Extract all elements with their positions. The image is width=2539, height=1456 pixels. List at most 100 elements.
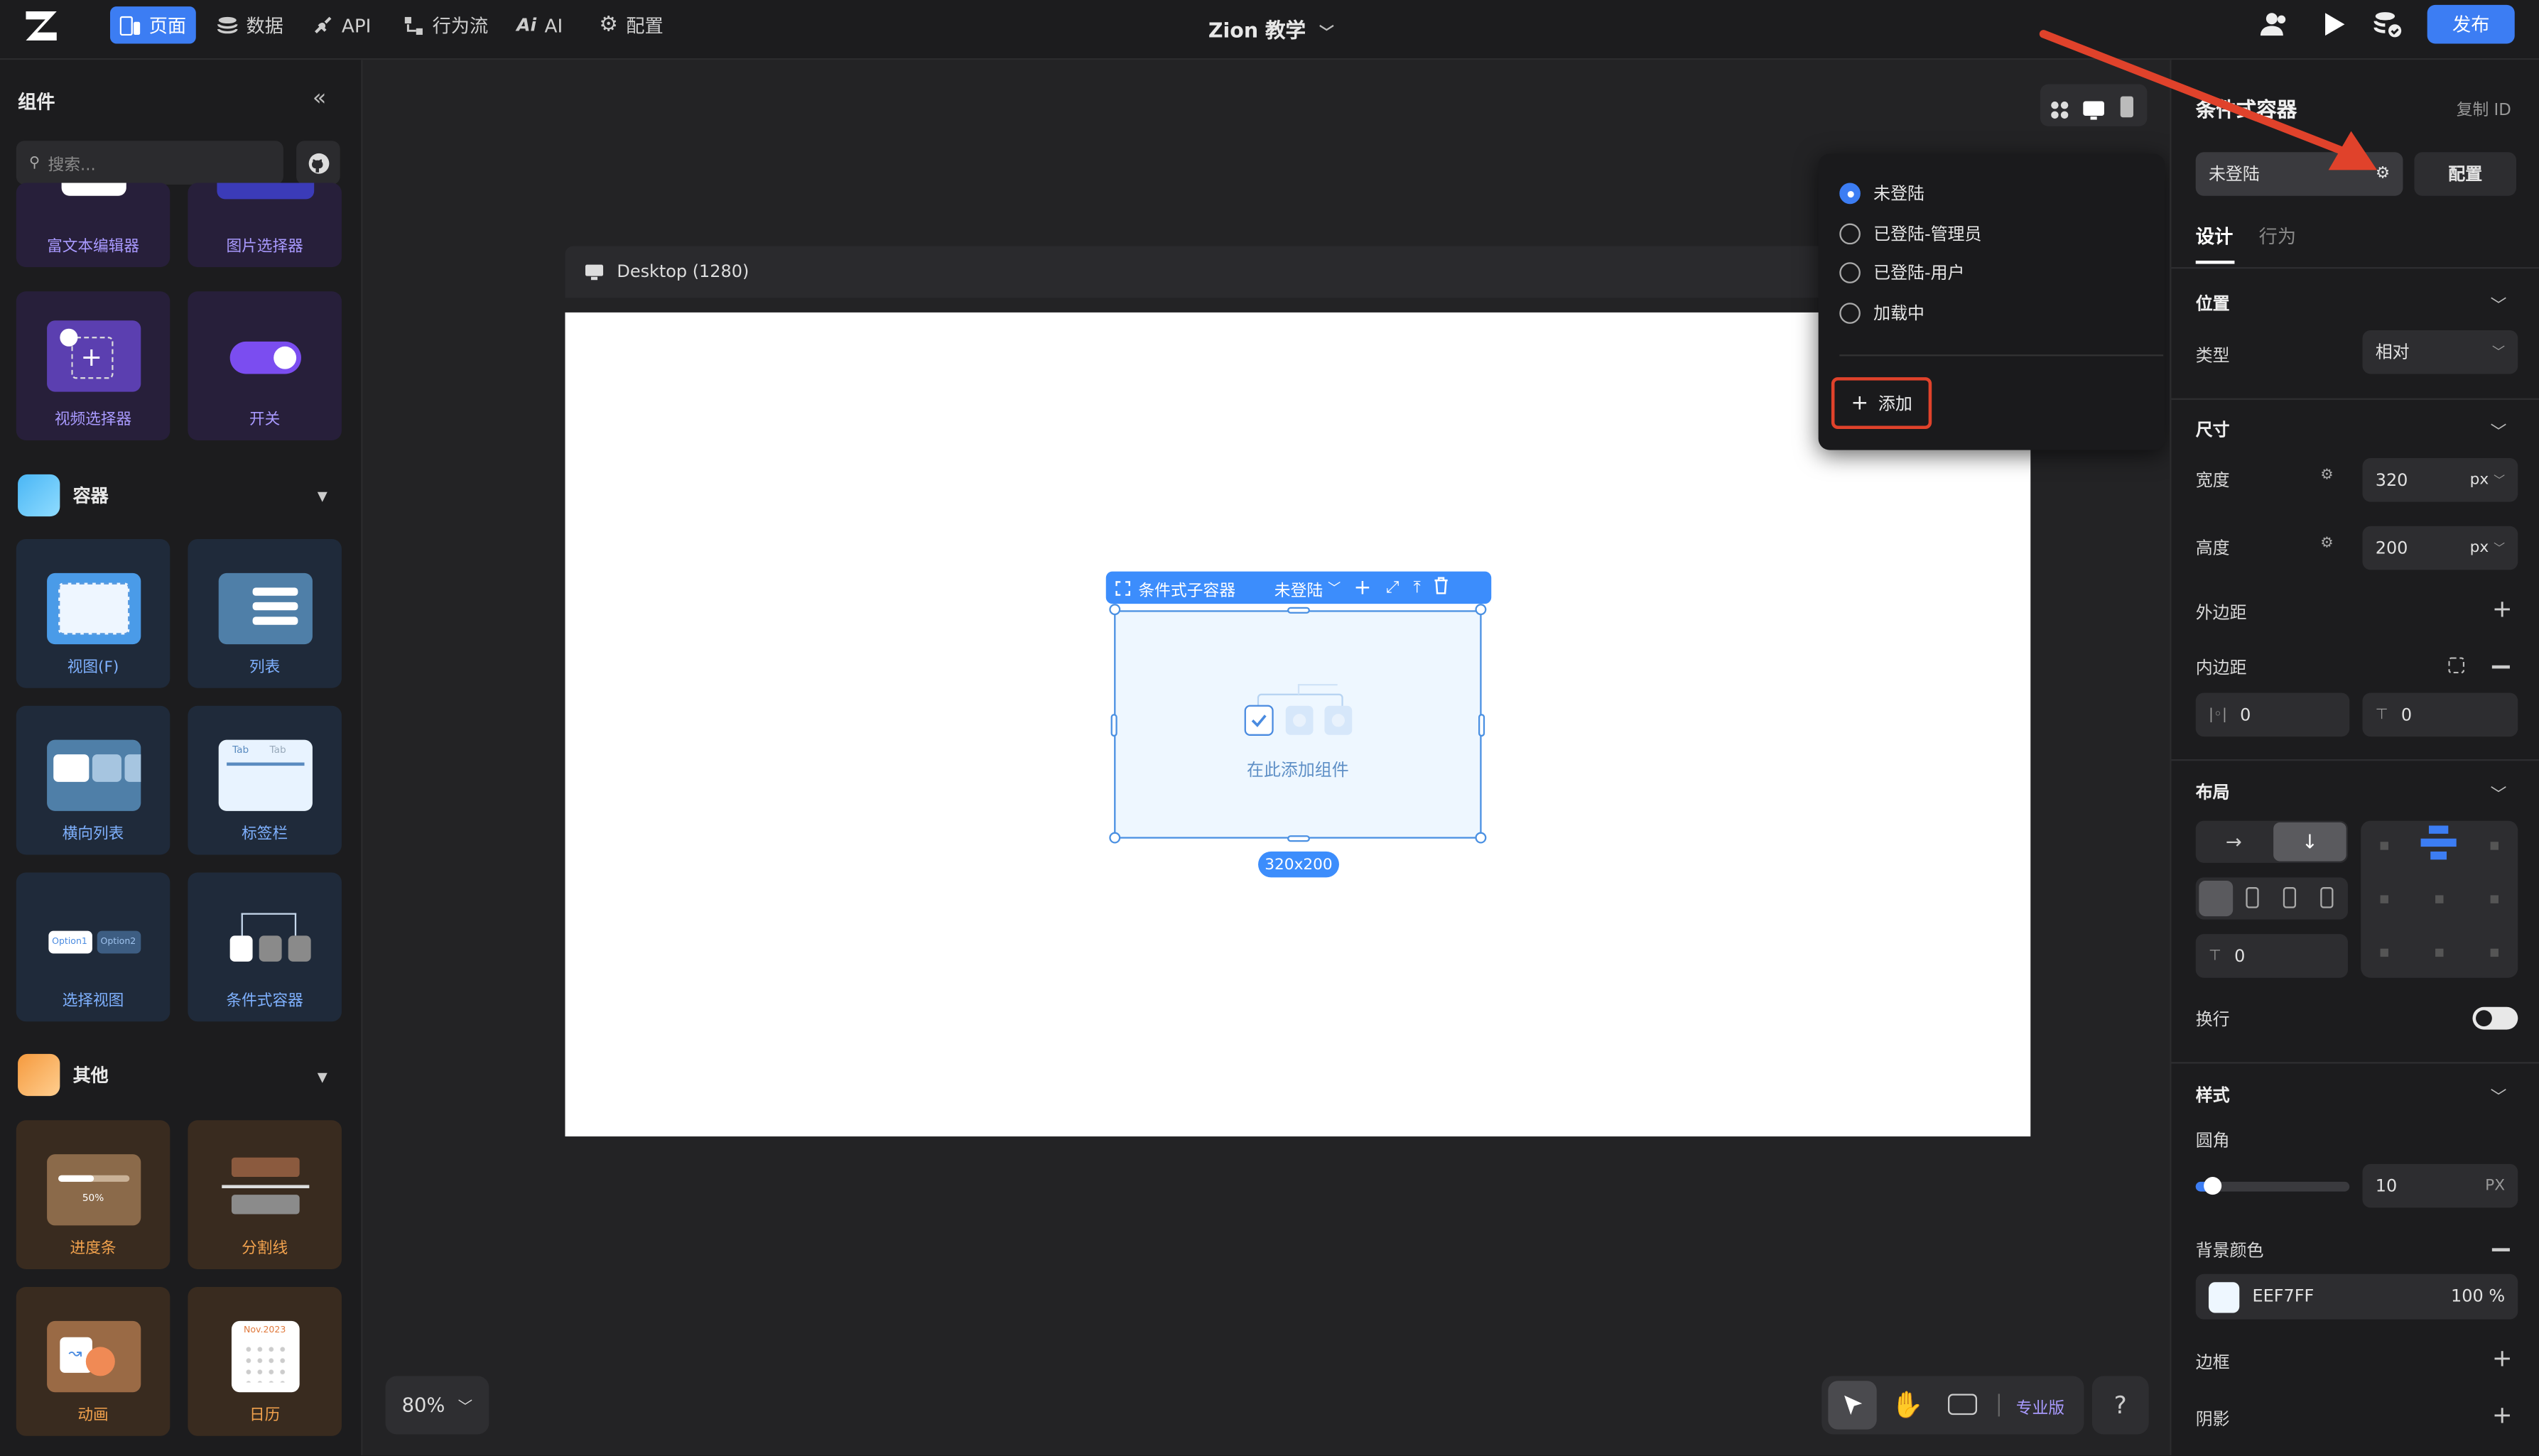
zion-logo[interactable] <box>23 8 62 43</box>
help-button[interactable]: ? <box>2091 1376 2149 1435</box>
direction-horizontal-icon[interactable]: → <box>2196 821 2272 863</box>
radius-slider[interactable] <box>2195 1177 2350 1195</box>
component-card-progress[interactable]: 50% 进度条 <box>16 1120 170 1269</box>
align-dot[interactable] <box>2435 948 2444 957</box>
bg-color-input[interactable]: EEF7FF 100 % <box>2195 1273 2518 1320</box>
add-border-icon[interactable]: + <box>2492 1346 2513 1371</box>
component-card-calendar[interactable]: Nov.2023 日历 <box>188 1287 342 1436</box>
keyboard-icon[interactable] <box>1947 1393 1978 1416</box>
resize-handle-se[interactable] <box>1475 832 1487 844</box>
expand-icon[interactable]: ⤢ <box>1386 579 1399 597</box>
align-top-center-icon[interactable] <box>2420 825 2457 862</box>
radius-input[interactable]: 10 PX <box>2362 1163 2518 1208</box>
position-type-select[interactable]: 相对 ﹀ <box>2362 330 2518 374</box>
padding-individual-icon[interactable] <box>2448 657 2465 674</box>
add-shadow-icon[interactable]: + <box>2492 1403 2513 1428</box>
component-card-rich-text[interactable]: 富文本编辑器 <box>16 183 170 268</box>
padding-horizontal-input[interactable]: |◦| 0 <box>2195 692 2350 737</box>
move-top-icon[interactable]: ⤒ <box>1414 579 1421 597</box>
padding-vertical-input[interactable]: ⊤ 0 <box>2362 692 2518 737</box>
component-card-conditional-container[interactable]: 条件式容器 <box>188 872 342 1022</box>
add-component-hint[interactable]: 在此添加组件 <box>1166 758 1430 782</box>
hand-tool-icon[interactable]: ✋ <box>1891 1389 1923 1420</box>
nav-config[interactable]: ⚙ 配置 <box>590 6 673 43</box>
section-other-header[interactable]: 其他 <box>18 1053 109 1097</box>
width-input[interactable]: 320 px ﹀ <box>2362 458 2518 502</box>
resize-handle-ne[interactable] <box>1475 604 1487 616</box>
nav-pages[interactable]: 页面 <box>109 6 196 44</box>
chevron-down-icon[interactable]: ﹀ <box>2491 1083 2507 1107</box>
component-card-select-view[interactable]: Option1 Option2 选择视图 <box>16 872 170 1022</box>
config-button[interactable]: 配置 <box>2414 152 2517 196</box>
bind-variable-icon[interactable]: ⚙ <box>2320 468 2333 484</box>
align-dot[interactable] <box>2490 948 2499 957</box>
component-card-divider[interactable]: 分割线 <box>188 1120 342 1269</box>
github-button[interactable] <box>296 141 340 185</box>
frame-label[interactable]: Desktop (1280) <box>565 246 2031 298</box>
chevron-down-icon[interactable]: ﹀ <box>2491 291 2507 315</box>
chevron-down-icon[interactable]: ﹀ <box>2491 781 2507 805</box>
nav-data[interactable]: 数据 <box>207 6 293 43</box>
collapse-panel-icon[interactable]: « <box>313 86 327 112</box>
component-card-view[interactable]: 视图(F) <box>16 539 170 688</box>
align-dot[interactable] <box>2490 895 2499 903</box>
height-input[interactable]: 200 px ﹀ <box>2362 526 2518 570</box>
caret-down-icon[interactable]: ▼ <box>318 1070 327 1085</box>
color-swatch[interactable] <box>2208 1281 2240 1313</box>
nav-ai[interactable]: Ai AI <box>507 6 572 43</box>
remove-padding-icon[interactable] <box>2491 665 2510 668</box>
state-option[interactable]: 未登陆 <box>1839 181 1924 205</box>
select-tool[interactable] <box>1828 1381 1877 1430</box>
state-option[interactable]: 已登陆-用户 <box>1839 261 1964 285</box>
nav-api[interactable]: API <box>303 6 381 43</box>
component-search-input[interactable]: ⚲ 搜索... <box>16 141 283 185</box>
alignment-grid[interactable] <box>2361 820 2518 978</box>
add-state-button[interactable]: + 添加 <box>1831 377 1932 430</box>
state-option[interactable]: 加载中 <box>1839 301 1924 325</box>
pro-mode-link[interactable]: 专业版 <box>2016 1393 2064 1418</box>
chevron-down-icon[interactable]: ﹀ <box>2491 418 2507 442</box>
component-card-list[interactable]: 列表 <box>188 539 342 688</box>
section-container-header[interactable]: 容器 <box>18 474 109 517</box>
align-dot[interactable] <box>2380 842 2388 850</box>
distribution-start-icon[interactable] <box>2199 880 2234 917</box>
distribution-between-icon[interactable] <box>2320 887 2334 908</box>
component-card-image-picker[interactable]: 图片选择器 <box>188 183 342 268</box>
bind-variable-icon[interactable]: ⚙ <box>2320 536 2333 552</box>
component-card-video-picker[interactable]: + 视频选择器 <box>16 291 170 440</box>
component-card-animation[interactable]: ↝ 动画 <box>16 1287 170 1436</box>
conditional-child-container[interactable] <box>1114 610 1482 839</box>
component-card-switch[interactable]: 开关 <box>188 291 342 440</box>
zoom-control[interactable]: 80% ﹀ <box>385 1376 489 1435</box>
tab-behavior[interactable]: 行为 <box>2259 224 2296 249</box>
align-dot[interactable] <box>2380 895 2388 903</box>
wrap-toggle[interactable] <box>2472 1006 2518 1030</box>
delete-icon[interactable] <box>1434 576 1450 599</box>
add-margin-icon[interactable]: + <box>2492 597 2513 621</box>
state-option[interactable]: 已登陆-管理员 <box>1839 222 1981 246</box>
resize-handle-n[interactable] <box>1287 607 1310 614</box>
resize-handle-s[interactable] <box>1287 835 1310 842</box>
publish-button[interactable]: 发布 <box>2427 4 2515 44</box>
distribution-center-icon[interactable] <box>2246 887 2259 908</box>
toolbar-state-select[interactable]: 未登陆 ﹀ <box>1274 575 1341 599</box>
remove-bg-icon[interactable] <box>2491 1248 2510 1251</box>
align-dot[interactable] <box>2490 842 2499 850</box>
nav-flow[interactable]: 行为流 <box>394 6 498 43</box>
component-card-horizontal-list[interactable]: 横向列表 <box>16 705 170 855</box>
add-icon[interactable]: + <box>1353 575 1371 599</box>
align-dot[interactable] <box>2435 895 2444 903</box>
direction-vertical-icon[interactable]: ↓ <box>2273 822 2346 862</box>
copy-id-link[interactable]: 复制 ID <box>2457 95 2511 120</box>
resize-handle-nw[interactable] <box>1109 604 1121 616</box>
distribution-end-icon[interactable] <box>2283 887 2297 908</box>
app-title-switcher[interactable]: Zion 教学 ﹀ <box>1134 13 1409 43</box>
align-dot[interactable] <box>2380 948 2388 957</box>
radius-slider-knob[interactable] <box>2202 1177 2221 1195</box>
resize-handle-w[interactable] <box>1110 714 1117 737</box>
component-card-tab-bar[interactable]: Tab Tab 标签栏 <box>188 705 342 855</box>
tab-design[interactable]: 设计 <box>2196 224 2233 249</box>
gap-input[interactable]: ⊤ 0 <box>2195 934 2348 978</box>
resize-handle-e[interactable] <box>1478 714 1485 737</box>
caret-down-icon[interactable]: ▼ <box>318 489 327 504</box>
